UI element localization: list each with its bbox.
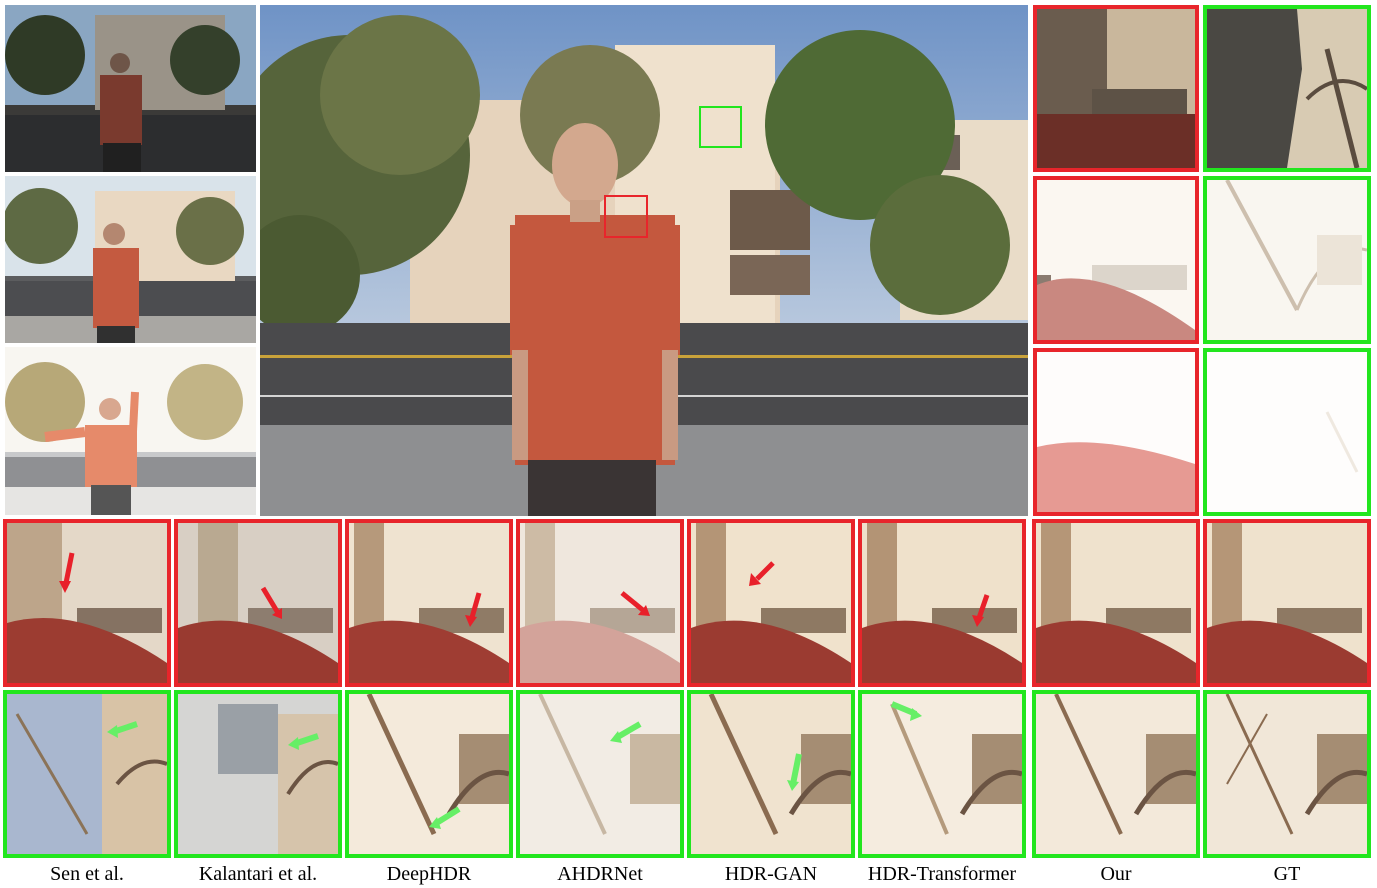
green-crop-gt (1203, 690, 1371, 858)
red-crop-kalantari (174, 519, 342, 687)
green-crop-deephdr-image (349, 694, 509, 854)
crop-red-overexposed (1033, 348, 1199, 516)
crop-green-medium (1203, 176, 1371, 344)
caption-hdrgan: HDR-GAN (724, 863, 818, 885)
crop-green-underexposed (1203, 5, 1371, 172)
green-crop-kalantari (174, 690, 342, 858)
green-crop-sen-image (7, 694, 167, 854)
input-medium-image (5, 176, 256, 343)
red-crop-ahdrnet-image (520, 523, 680, 683)
crop-red-overexposed-image (1037, 352, 1195, 512)
crop-green-medium-image (1207, 180, 1367, 340)
input-overexposed-image (5, 347, 256, 515)
input-overexposed (5, 347, 256, 515)
crop-red-underexposed-image (1037, 9, 1195, 168)
crop-red-medium-image (1037, 180, 1195, 340)
red-crop-ahdrnet (516, 519, 684, 687)
caption-our: Our (1100, 863, 1132, 885)
red-crop-sen-image (7, 523, 167, 683)
red-crop-deephdr (345, 519, 513, 687)
red-crop-our (1032, 519, 1200, 687)
crop-red-underexposed (1033, 5, 1199, 172)
crop-green-overexposed (1203, 348, 1371, 516)
caption-ahdrnet: AHDRNet (557, 863, 643, 885)
crop-green-underexposed-image (1207, 9, 1367, 168)
green-crop-ahdrnet (516, 690, 684, 858)
red-crop-sen (3, 519, 171, 687)
red-crop-deephdr-image (349, 523, 509, 683)
input-underexposed-image (5, 5, 256, 172)
red-crop-gt (1203, 519, 1371, 687)
green-crop-sen (3, 690, 171, 858)
red-crop-gt-image (1207, 523, 1367, 683)
caption-gt: GT (1273, 863, 1301, 885)
green-crop-hdrgan-image (691, 694, 851, 854)
inset-marker-green (699, 106, 742, 148)
input-underexposed (5, 5, 256, 172)
input-medium (5, 176, 256, 343)
green-crop-hdrtransformer-image (862, 694, 1022, 854)
green-crop-kalantari-image (178, 694, 338, 854)
green-crop-ahdrnet-image (520, 694, 680, 854)
green-crop-gt-image (1207, 694, 1367, 854)
caption-kalantari: Kalantari et al. (198, 863, 318, 885)
red-crop-hdrtransformer-image (862, 523, 1022, 683)
red-crop-hdrgan (687, 519, 855, 687)
red-crop-hdrtransformer (858, 519, 1026, 687)
red-crop-hdrgan-image (691, 523, 851, 683)
caption-hdrtransformer: HDR-Transformer (867, 863, 1017, 885)
inset-marker-red (604, 195, 648, 238)
green-crop-deephdr (345, 690, 513, 858)
main-hdr-result (260, 5, 1028, 516)
main-hdr-image (260, 5, 1028, 516)
caption-sen: Sen et al. (50, 863, 124, 885)
red-crop-kalantari-image (178, 523, 338, 683)
green-crop-hdrgan (687, 690, 855, 858)
green-crop-our (1032, 690, 1200, 858)
red-crop-our-image (1036, 523, 1196, 683)
green-crop-our-image (1036, 694, 1196, 854)
crop-green-overexposed-image (1207, 352, 1367, 512)
green-crop-hdrtransformer (858, 690, 1026, 858)
caption-deephdr: DeepHDR (386, 863, 472, 885)
crop-red-medium (1033, 176, 1199, 344)
